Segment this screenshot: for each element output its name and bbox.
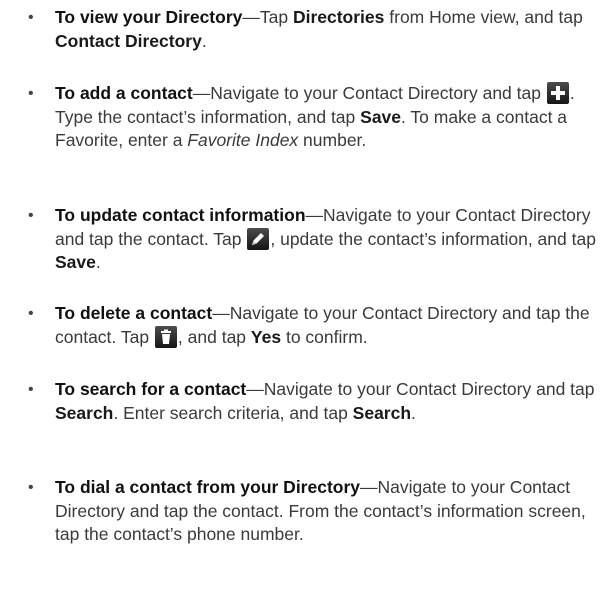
item-lead: To update contact information <box>55 205 306 225</box>
keyword-search: Search <box>55 402 114 423</box>
item-text-run: —Tap <box>242 7 293 27</box>
item-lead: To add a contact <box>55 83 193 103</box>
item-text-run: from Home view, and tap <box>384 7 583 27</box>
item-lead: To dial a contact from your Directory <box>55 477 361 497</box>
keyword-save: Save <box>55 252 96 272</box>
bullet: • <box>28 479 34 496</box>
item-lead: To search for a contact <box>55 379 247 399</box>
keyword-save: Save <box>360 106 402 127</box>
bullet: • <box>28 381 34 398</box>
item-text-run: . <box>95 252 101 272</box>
item-text-run: . <box>201 30 207 51</box>
item-text: To update contact information—Navigate t… <box>55 204 607 275</box>
item-text: To add a contact—Navigate to your Contac… <box>55 82 607 153</box>
add-icon <box>546 82 569 104</box>
item-text-run: , and tap <box>177 326 251 347</box>
item-text-run: number. <box>298 130 367 150</box>
keyword-contact-directory: Contact Directory <box>55 30 202 51</box>
item-text: To search for a contact—Navigate to your… <box>55 378 607 425</box>
item-text-run: to confirm. <box>281 326 368 347</box>
bullet: • <box>28 9 34 26</box>
bullet: • <box>28 305 34 322</box>
item-lead: To delete a contact <box>55 303 213 323</box>
document: • To view your Directory—Tap Directories… <box>0 0 613 589</box>
item-text-run: . Enter search criteria, and tap <box>113 402 353 423</box>
keyword-favorite-index: Favorite Index <box>187 130 299 150</box>
item-text-run: —Navigate to your Contact Directory and … <box>246 379 595 399</box>
item-text-run: . <box>411 402 416 423</box>
keyword-search: Search <box>352 402 412 423</box>
bullet: • <box>28 85 34 102</box>
item-text: To view your Directory—Tap Directories f… <box>55 6 607 53</box>
pencil-icon <box>247 227 270 250</box>
item-text-run: , update the contact’s information, and … <box>270 228 596 249</box>
item-text: To delete a contact—Navigate to your Con… <box>55 302 607 349</box>
trash-icon <box>154 325 177 348</box>
keyword-directories: Directories <box>292 7 385 27</box>
item-text: To dial a contact from your Directory—Na… <box>55 476 607 547</box>
keyword-yes: Yes <box>250 326 282 347</box>
bullet: • <box>28 207 34 224</box>
item-lead: To view your Directory <box>55 7 243 27</box>
item-text-run: —Navigate to your Contact Directory and … <box>192 83 546 103</box>
